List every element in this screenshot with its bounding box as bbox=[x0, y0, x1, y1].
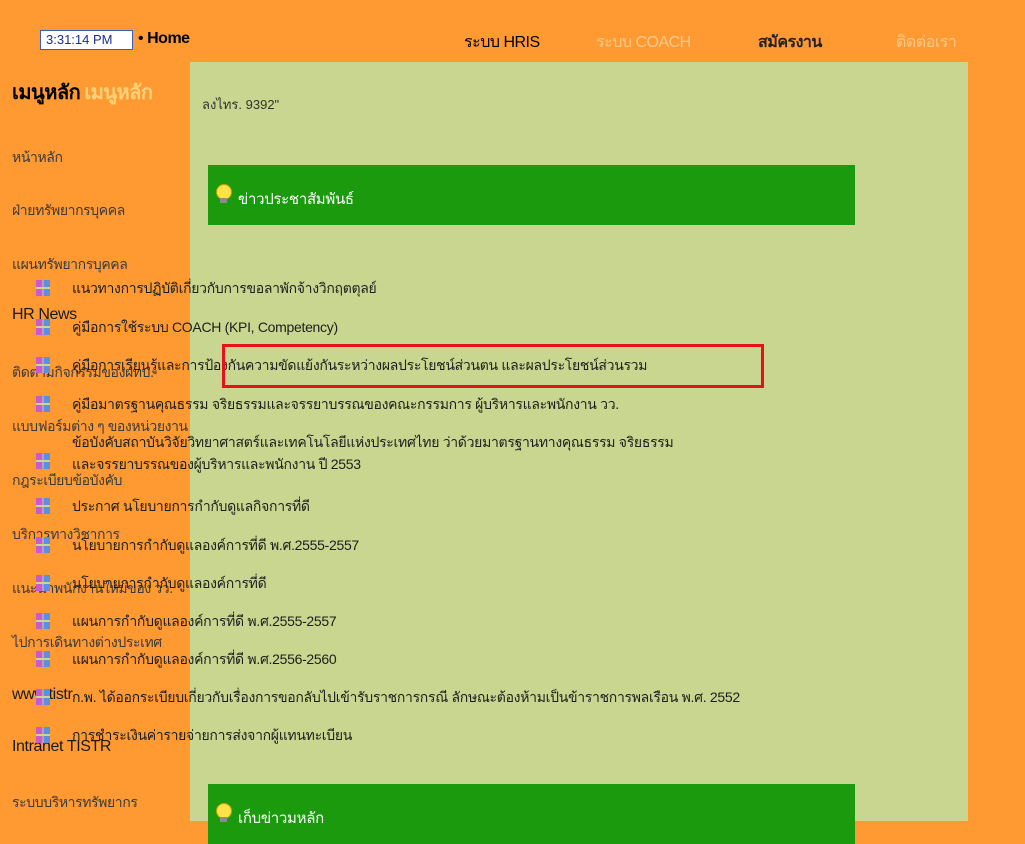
sidebar-title: เมนูหลัก เมนูหลัก bbox=[12, 76, 153, 108]
sidebar-item-hrm-system[interactable]: ระบบบริหารทรัพยากร bbox=[12, 792, 138, 814]
news-link[interactable]: คู่มือการใช้ระบบ COACH (KPI, Competency) bbox=[72, 316, 338, 338]
bullet-icon: • bbox=[138, 30, 144, 47]
bullet-grid-icon bbox=[36, 280, 50, 296]
news-section-header: ข่าวประชาสัมพันธ์ bbox=[208, 165, 855, 225]
news-link[interactable]: แผนการกำกับดูแลองค์การที่ดี พ.ศ.2555-255… bbox=[72, 610, 337, 632]
news-link[interactable]: ข้อบังคับสถาบันวิจัยวิทยาศาสตร์และเทคโนโ… bbox=[72, 431, 682, 475]
news-link[interactable]: การชำระเงินค่ารายจ่ายการส่งจากผู้แทนทะเบ… bbox=[72, 724, 352, 746]
news-link[interactable]: แนวทางการปฏิบัติเกี่ยวกับการขอลาพักจ้างว… bbox=[72, 277, 377, 299]
top-bar: 3:31:14 PM • Home ระบบ HRIS ระบบ COACH สม… bbox=[0, 0, 1025, 62]
archive-section-header: เก็บข่าวมหลัก bbox=[208, 784, 855, 844]
sidebar-title-ghost: เมนูหลัก bbox=[84, 82, 153, 104]
news-link[interactable]: แผนการกำกับดูแลองค์การที่ดี พ.ศ.2556-256… bbox=[72, 648, 337, 670]
bullet-grid-icon bbox=[36, 319, 50, 335]
nav-hris[interactable]: ระบบ HRIS bbox=[464, 30, 540, 55]
bullet-grid-icon bbox=[36, 498, 50, 514]
home-label: Home bbox=[147, 30, 190, 47]
bullet-grid-icon bbox=[36, 396, 50, 412]
news-link[interactable]: ก.พ. ได้ออกระเบียบเกี่ยวกับเรื่องการขอกล… bbox=[72, 686, 740, 708]
sidebar-item-home[interactable]: หน้าหลัก bbox=[12, 147, 63, 169]
archive-section-title: เก็บข่าวมหลัก bbox=[238, 810, 324, 827]
bullet-grid-icon bbox=[36, 357, 50, 373]
bullet-grid-icon bbox=[36, 613, 50, 629]
bullet-grid-icon bbox=[36, 575, 50, 591]
sidebar-title-label: เมนูหลัก bbox=[12, 82, 81, 104]
news-link[interactable]: ประกาศ นโยบายการกำกับดูแลกิจการที่ดี bbox=[72, 495, 310, 517]
lightbulb-base bbox=[220, 817, 227, 822]
sidebar-item-hr-plan[interactable]: แผนทรัพยากรบุคคล bbox=[12, 254, 128, 276]
lightbulb-base bbox=[220, 198, 227, 203]
bullet-grid-icon bbox=[36, 689, 50, 705]
bullet-grid-icon bbox=[36, 651, 50, 667]
visitor-counter: ลงไทร. 9392" bbox=[202, 97, 280, 112]
news-section-title: ข่าวประชาสัมพันธ์ bbox=[238, 191, 354, 208]
news-link[interactable]: นโยบายการกำกับดูแลองค์การที่ดี พ.ศ.2555-… bbox=[72, 534, 359, 556]
sidebar-item-hr-dept[interactable]: ฝ่ายทรัพยากรบุคคล bbox=[12, 200, 125, 222]
nav-coach[interactable]: ระบบ COACH bbox=[596, 30, 691, 55]
home-link[interactable]: • Home bbox=[138, 30, 190, 48]
bullet-grid-icon bbox=[36, 537, 50, 553]
nav-job-apply[interactable]: สมัครงาน bbox=[758, 30, 822, 55]
bullet-grid-icon bbox=[36, 727, 50, 743]
news-link[interactable]: นโยบายการกำกับดูแลองค์การที่ดี bbox=[72, 572, 267, 594]
bullet-grid-icon bbox=[36, 453, 50, 469]
highlight-annotation-box bbox=[222, 344, 764, 388]
clock-field: 3:31:14 PM bbox=[40, 30, 133, 50]
nav-contact[interactable]: ติดต่อเรา bbox=[896, 30, 957, 55]
news-link[interactable]: คู่มือมาตรฐานคุณธรรม จริยธรรมและจรรยาบรร… bbox=[72, 393, 619, 415]
right-margin bbox=[968, 62, 1025, 821]
